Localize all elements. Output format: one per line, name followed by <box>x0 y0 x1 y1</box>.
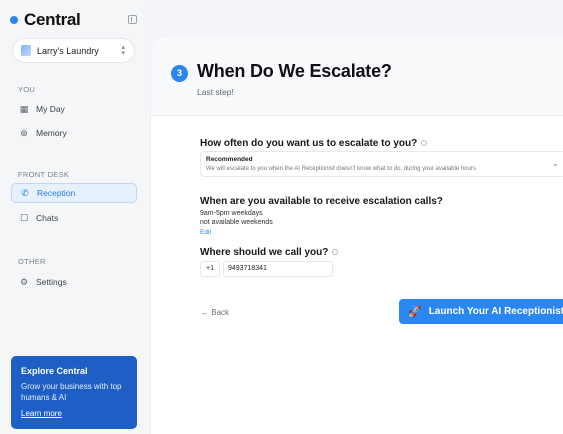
info-icon[interactable] <box>421 140 428 147</box>
promo-title: Explore Central <box>21 366 88 376</box>
workspace-icon <box>21 45 31 56</box>
chevron-updown-icon: ▴ ▾ <box>121 44 125 57</box>
question-text: Where should we call you? <box>200 247 329 258</box>
availability-weekdays: 9am-5pm weekdays <box>200 210 263 217</box>
select-selected-title: Recommended <box>206 156 253 163</box>
rocket-icon: 🚀 <box>408 306 422 318</box>
select-selected-description: We will escalate to you when the AI Rece… <box>206 166 476 172</box>
page-title: When Do We Escalate? <box>197 61 392 81</box>
brain-icon: ⊛ <box>20 128 28 138</box>
brand[interactable]: Central <box>10 10 81 30</box>
launch-receptionist-button[interactable]: 🚀 Launch Your AI Receptionist <box>399 299 563 324</box>
chat-icon: ☐ <box>19 213 29 223</box>
sidebar-collapse-icon[interactable] <box>128 15 137 24</box>
sidebar-item-label: Reception <box>37 188 76 198</box>
back-label: Back <box>211 308 230 317</box>
promo-card: Explore Central Grow your business with … <box>11 356 137 429</box>
promo-text: Grow your business with top humans & AI <box>21 382 122 402</box>
learn-more-link[interactable]: Learn more <box>21 409 62 418</box>
sidebar-item-label: Chats <box>36 213 59 223</box>
sidebar-item-label: My Day <box>36 104 65 114</box>
availability-label: When are you available to receive escala… <box>200 196 443 207</box>
sidebar-item-chats[interactable]: ☐ Chats <box>11 208 137 228</box>
question-text: How often do you want us to escalate to … <box>200 138 418 149</box>
workspace-selector[interactable]: Larry's Laundry ▴ ▾ <box>12 38 135 63</box>
chevron-down-icon: ⌄ <box>552 159 559 168</box>
edit-availability-link[interactable]: Edit <box>200 229 211 236</box>
sidebar-item-my-day[interactable]: ▦ My Day <box>11 99 137 119</box>
calendar-icon: ▦ <box>19 104 29 114</box>
availability-weekends: not available weekends <box>200 219 273 226</box>
section-label-other: OTHER <box>18 257 46 266</box>
gear-icon: ⚙ <box>19 277 29 287</box>
sidebar-item-label: Memory <box>36 128 67 138</box>
section-label-front-desk: FRONT DESK <box>18 170 70 179</box>
brand-logo-dot <box>10 16 18 24</box>
sidebar-item-label: Settings <box>36 277 67 287</box>
sidebar: Central Larry's Laundry ▴ ▾ YOU ▦ My Day … <box>0 0 150 434</box>
page-subtitle: Last step! <box>197 87 234 97</box>
back-button[interactable]: ← Back <box>201 308 229 317</box>
arrow-left-icon: ← <box>201 308 209 317</box>
launch-label: Launch Your AI Receptionist <box>428 306 563 317</box>
brand-name: Central <box>24 10 81 29</box>
main-panel: 3 When Do We Escalate? Last step! How of… <box>150 38 563 434</box>
country-code-field[interactable]: +1 <box>200 261 220 277</box>
callback-number-label: Where should we call you? <box>200 247 339 258</box>
page-header: 3 When Do We Escalate? Last step! <box>151 38 563 116</box>
phone-icon: ✆ <box>21 188 29 198</box>
info-icon[interactable] <box>332 249 339 256</box>
step-badge: 3 <box>171 65 188 82</box>
phone-number-input[interactable]: 9493718341 <box>223 261 333 277</box>
escalation-frequency-select[interactable]: Recommended We will escalate to you when… <box>200 151 563 177</box>
sidebar-item-memory[interactable]: ⊛ Memory <box>11 123 137 143</box>
sidebar-item-settings[interactable]: ⚙ Settings <box>11 272 137 292</box>
sidebar-item-reception[interactable]: ✆ Reception <box>11 183 137 203</box>
section-label-you: YOU <box>18 85 36 94</box>
escalation-frequency-label: How often do you want us to escalate to … <box>200 138 428 149</box>
workspace-name: Larry's Laundry <box>37 45 99 56</box>
